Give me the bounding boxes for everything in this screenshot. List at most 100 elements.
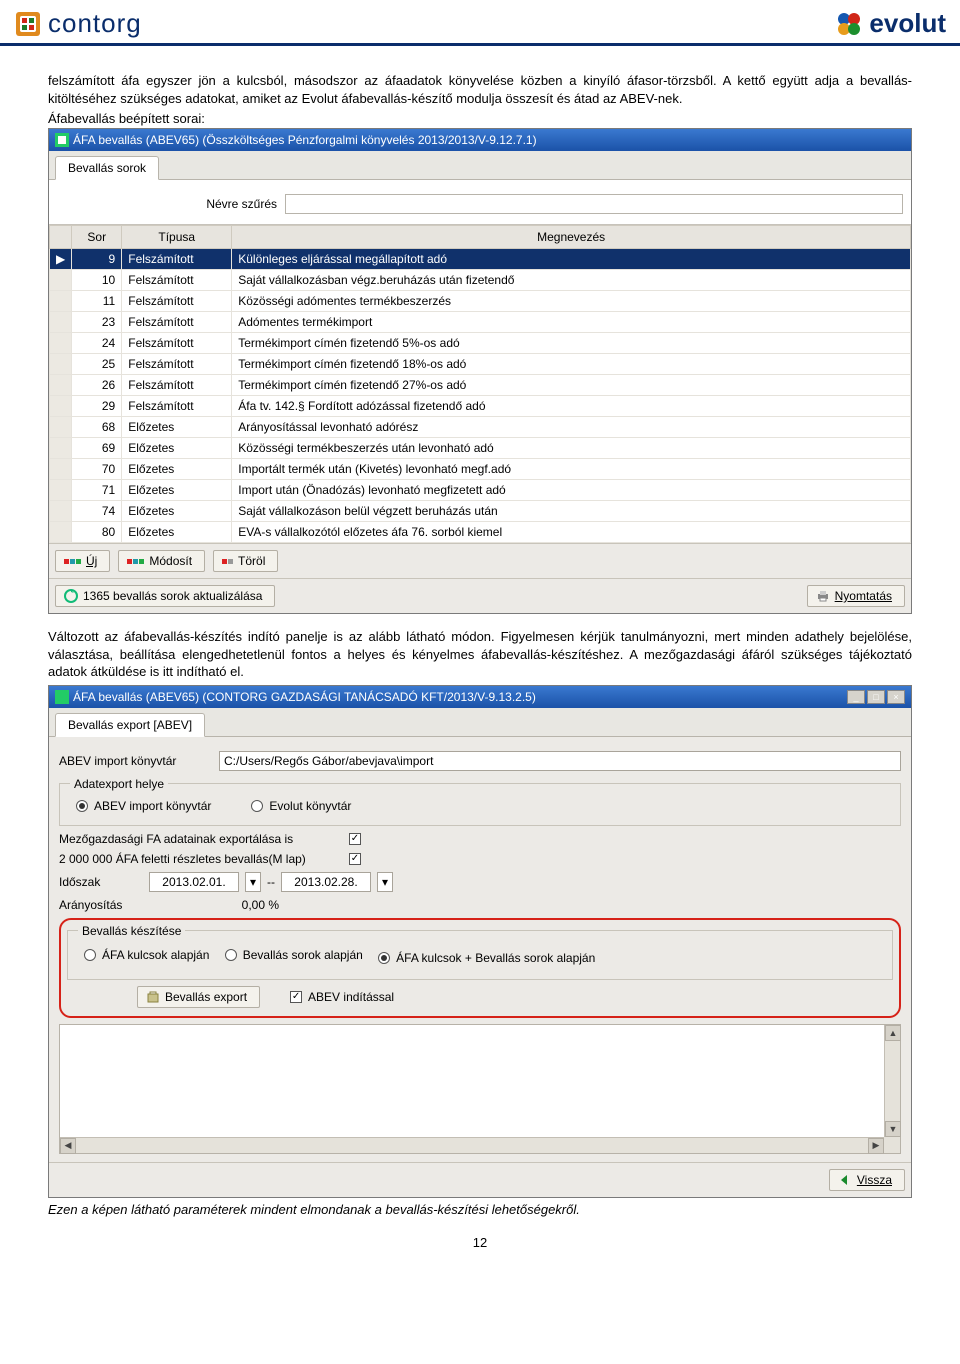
cell-megnevezes: EVA-s vállalkozótól előzetes áfa 76. sor… [232, 522, 911, 543]
date-to-drop[interactable]: ▾ [377, 872, 393, 892]
back-arrow-icon [838, 1173, 852, 1187]
row-handle[interactable] [50, 417, 72, 438]
contorg-icon [14, 10, 42, 38]
row-handle[interactable] [50, 354, 72, 375]
row-handle[interactable] [50, 270, 72, 291]
table-row[interactable]: 10FelszámítottSaját vállalkozásban végz.… [50, 270, 911, 291]
row-handle[interactable] [50, 375, 72, 396]
aranyositas-label: Arányosítás [59, 898, 139, 912]
table-row[interactable]: 29FelszámítottÁfa tv. 142.§ Fordított ad… [50, 396, 911, 417]
check-2m[interactable]: ✓ [349, 853, 361, 865]
table-row[interactable]: 80ElőzetesEVA-s vállalkozótól előzetes á… [50, 522, 911, 543]
row-handle[interactable] [50, 480, 72, 501]
window1-tabs: Bevallás sorok [49, 151, 911, 180]
cell-megnevezes: Importált termék után (Kivetés) levonhat… [232, 459, 911, 480]
table-row[interactable]: 23FelszámítottAdómentes termékimport [50, 312, 911, 333]
date-from-drop[interactable]: ▾ [245, 872, 261, 892]
row-handle[interactable] [50, 438, 72, 459]
row-handle-header [50, 226, 72, 249]
cell-sor: 11 [72, 291, 122, 312]
table-row[interactable]: 70ElőzetesImportált termék után (Kivetés… [50, 459, 911, 480]
table-row[interactable]: 25FelszámítottTermékimport címén fizeten… [50, 354, 911, 375]
cell-megnevezes: Arányosítással levonható adórész [232, 417, 911, 438]
scroll-up-icon[interactable]: ▲ [885, 1025, 901, 1041]
radio-afa-kulcsok[interactable]: ÁFA kulcsok alapján [78, 944, 215, 966]
cell-sor: 23 [72, 312, 122, 333]
idoszak-label: Időszak [59, 875, 139, 889]
scroll-area: ▲ ▼ ◀ ▶ [59, 1024, 901, 1154]
row-handle[interactable] [50, 522, 72, 543]
path-label: ABEV import könyvtár [59, 754, 209, 768]
date-to[interactable]: 2013.02.28. [281, 872, 371, 892]
tab-bevallas-sorok[interactable]: Bevallás sorok [55, 156, 159, 180]
table-row[interactable]: 11FelszámítottKözösségi adómentes termék… [50, 291, 911, 312]
filter-input[interactable] [285, 194, 903, 214]
table-row[interactable]: 24FelszámítottTermékimport címén fizeten… [50, 333, 911, 354]
row-handle[interactable] [50, 291, 72, 312]
back-button[interactable]: Vissza [829, 1169, 905, 1191]
row-handle[interactable] [50, 459, 72, 480]
table-row[interactable]: 74ElőzetesSaját vállalkozáson belül végz… [50, 501, 911, 522]
intro-paragraph: felszámított áfa egyszer jön a kulcsból,… [48, 72, 912, 107]
cell-megnevezes: Közösségi adómentes termékbeszerzés [232, 291, 911, 312]
cell-sor: 74 [72, 501, 122, 522]
cell-tipus: Előzetes [122, 459, 232, 480]
col-sor[interactable]: Sor [72, 226, 122, 249]
cell-tipus: Felszámított [122, 291, 232, 312]
col-megnevezes[interactable]: Megnevezés [232, 226, 911, 249]
radio-kulcsok-plus-sorok[interactable]: ÁFA kulcsok + Bevallás sorok alapján [372, 947, 601, 969]
minus-icon [222, 559, 233, 564]
cell-tipus: Felszámított [122, 333, 232, 354]
group-adatexport-helye: Adatexport helye ABEV import könyvtár Ev… [59, 777, 901, 826]
table-row[interactable]: ▶9FelszámítottKülönleges eljárással megá… [50, 249, 911, 270]
scroll-down-icon[interactable]: ▼ [885, 1121, 901, 1137]
table-row[interactable]: 71ElőzetesImport után (Önadózás) levonha… [50, 480, 911, 501]
row-handle[interactable] [50, 312, 72, 333]
logo-evolut-text: evolut [869, 8, 946, 39]
path-input[interactable]: C:/Users/Regős Gábor/abevjava\import [219, 751, 901, 771]
date-from[interactable]: 2013.02.01. [149, 872, 239, 892]
table-row[interactable]: 69ElőzetesKözösségi termékbeszerzés után… [50, 438, 911, 459]
tab-bevallas-export[interactable]: Bevallás export [ABEV] [55, 713, 205, 737]
cell-tipus: Felszámított [122, 270, 232, 291]
window2-title: ÁFA bevallás (ABEV65) (CONTORG GAZDASÁGI… [73, 690, 536, 704]
new-button[interactable]: Új [55, 550, 110, 572]
row-handle[interactable] [50, 396, 72, 417]
filter-label: Névre szűrés [57, 197, 277, 211]
cell-megnevezes: Termékimport címén fizetendő 27%-os adó [232, 375, 911, 396]
cell-sor: 71 [72, 480, 122, 501]
radio-bevallas-sorok[interactable]: Bevallás sorok alapján [219, 944, 369, 966]
evolut-icon [835, 10, 863, 38]
cell-sor: 69 [72, 438, 122, 459]
edit-icon [127, 559, 144, 564]
row-handle[interactable] [50, 333, 72, 354]
radio-evolut-konyvtar[interactable]: Evolut könyvtár [251, 799, 351, 813]
row-handle[interactable]: ▶ [50, 249, 72, 270]
check-abev-inditas[interactable]: ✓ ABEV indítással [290, 990, 394, 1004]
scroll-right-icon[interactable]: ▶ [868, 1138, 884, 1154]
col-tipus[interactable]: Típusa [122, 226, 232, 249]
check-mezogazd[interactable]: ✓ [349, 833, 361, 845]
cell-tipus: Előzetes [122, 417, 232, 438]
maximize-icon[interactable]: □ [867, 690, 885, 704]
refresh-button[interactable]: 1365 bevallás sorok aktualizálása [55, 585, 275, 607]
print-button[interactable]: Nyomtatás [807, 585, 905, 607]
logo-contorg: contorg [14, 8, 142, 39]
highlighted-options: Bevallás készítése ÁFA kulcsok alapján B… [59, 918, 901, 1018]
export-button[interactable]: Bevallás export [137, 986, 260, 1008]
table-row[interactable]: 26FelszámítottTermékimport címén fizeten… [50, 375, 911, 396]
intro-line2: Áfabevallás beépített sorai: [48, 111, 912, 126]
scroll-left-icon[interactable]: ◀ [60, 1138, 76, 1154]
cell-sor: 9 [72, 249, 122, 270]
close-icon[interactable]: × [887, 690, 905, 704]
radio-abev-import[interactable]: ABEV import könyvtár [76, 799, 211, 813]
cell-sor: 10 [72, 270, 122, 291]
table-row[interactable]: 68ElőzetesArányosítással levonható adóré… [50, 417, 911, 438]
window-bevallas-export: ÁFA bevallás (ABEV65) (CONTORG GAZDASÁGI… [48, 685, 912, 1198]
row-handle[interactable] [50, 501, 72, 522]
group-bevallas-keszitese: Bevallás készítése ÁFA kulcsok alapján B… [67, 924, 893, 980]
edit-button[interactable]: Módosít [118, 550, 205, 572]
minimize-icon[interactable]: _ [847, 690, 865, 704]
cell-tipus: Felszámított [122, 354, 232, 375]
delete-button[interactable]: Töröl [213, 550, 278, 572]
